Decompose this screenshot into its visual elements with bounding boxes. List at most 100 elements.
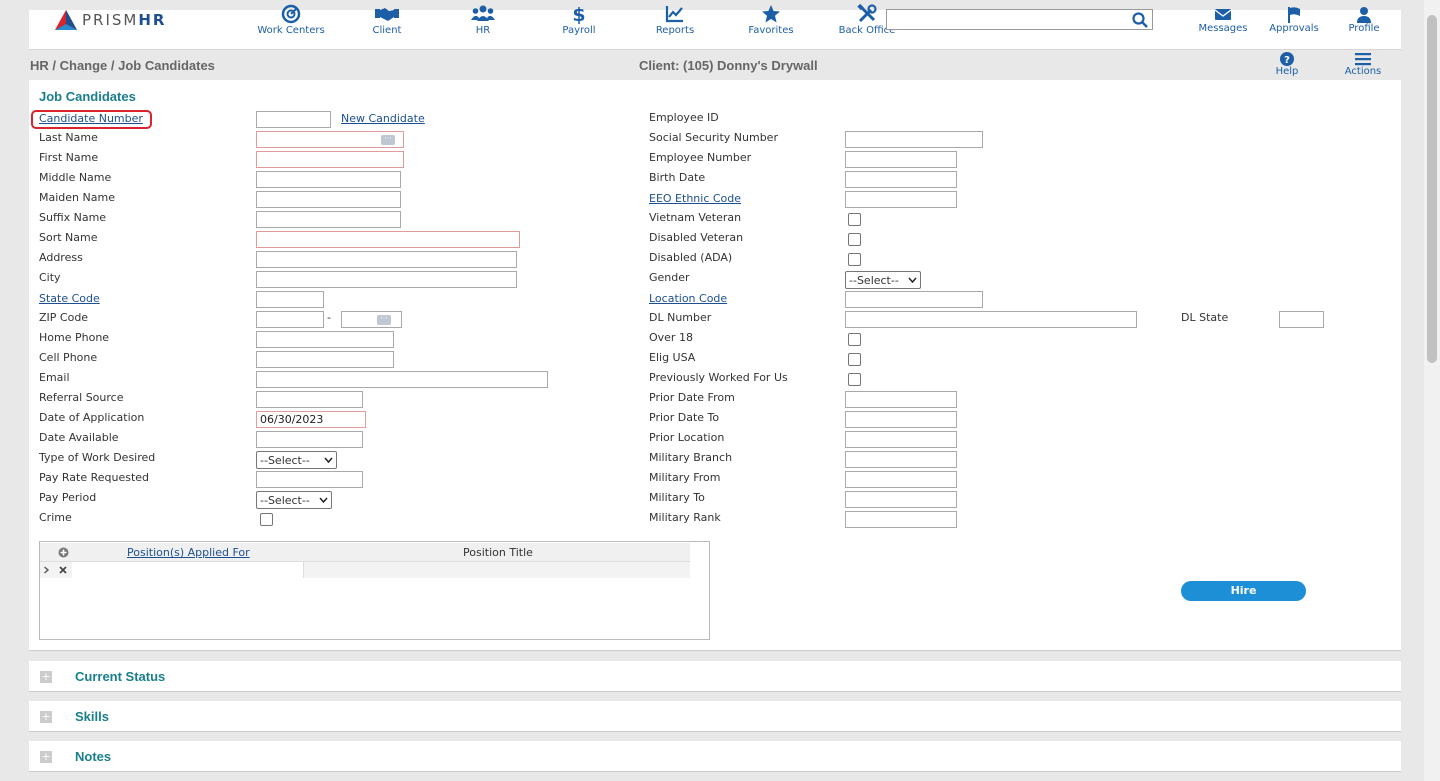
elig-usa-checkbox[interactable] (848, 353, 861, 366)
type-of-work-select[interactable]: --Select-- (256, 451, 337, 469)
middle-name-input[interactable] (256, 171, 401, 188)
first-name-input[interactable] (256, 151, 404, 168)
section-current-status[interactable]: + Current Status (29, 661, 1401, 692)
military-rank-input[interactable] (845, 511, 957, 528)
date-of-application-label: Date of Application (39, 411, 145, 424)
positions-applied-header[interactable]: Position(s) Applied For (127, 546, 250, 559)
breadcrumb: HR / Change / Job Candidates (30, 58, 215, 73)
candidate-number-input[interactable] (256, 111, 331, 128)
referral-source-input[interactable] (256, 391, 363, 408)
expand-icon[interactable]: + (40, 711, 52, 723)
date-of-application-input[interactable]: 06/30/2023 (256, 411, 366, 428)
new-candidate-link[interactable]: New Candidate (341, 112, 425, 125)
ellipsis-icon[interactable]: ··· (377, 315, 391, 325)
employee-id-label: Employee ID (649, 111, 719, 124)
disabled-veteran-checkbox[interactable] (848, 233, 861, 246)
eeo-ethnic-code-input[interactable] (845, 191, 957, 208)
nav-favorites[interactable]: Favorites (723, 2, 819, 36)
expand-icon[interactable]: + (40, 751, 52, 763)
pay-rate-input[interactable] (256, 471, 363, 488)
prior-date-to-label: Prior Date To (649, 411, 720, 424)
prior-location-label: Prior Location (649, 431, 725, 444)
employee-number-input[interactable] (845, 151, 957, 168)
disabled-ada-checkbox[interactable] (848, 253, 861, 266)
section-notes[interactable]: + Notes (29, 741, 1401, 772)
location-code-input[interactable] (845, 291, 983, 308)
previously-worked-label: Previously Worked For Us (649, 371, 788, 384)
eeo-ethnic-code-link[interactable]: EEO Ethnic Code (649, 192, 741, 205)
suffix-name-input[interactable] (256, 211, 401, 228)
select-value: --Select-- (849, 273, 899, 287)
position-title-header: Position Title (463, 546, 533, 559)
prior-location-input[interactable] (845, 431, 957, 448)
ssn-input[interactable] (845, 131, 983, 148)
position-cell-input[interactable] (72, 562, 304, 578)
nav-profile[interactable]: Profile (1334, 4, 1394, 34)
email-input[interactable] (256, 371, 548, 388)
dl-number-label: DL Number (649, 311, 712, 324)
vietnam-veteran-checkbox[interactable] (848, 213, 861, 226)
nav-messages[interactable]: Messages (1193, 4, 1253, 34)
military-from-input[interactable] (845, 471, 957, 488)
sort-name-label: Sort Name (39, 231, 98, 244)
actions-label: Actions (1344, 66, 1382, 77)
sort-name-input[interactable] (256, 231, 520, 248)
dl-state-label: DL State (1181, 311, 1229, 324)
nav-reports[interactable]: Reports (627, 2, 723, 36)
prior-date-to-input[interactable] (845, 411, 957, 428)
dl-state-input[interactable] (1279, 311, 1324, 328)
svg-text:$: $ (572, 4, 585, 24)
zip-extension-input[interactable]: ··· (341, 311, 402, 328)
military-to-label: Military To (649, 491, 705, 504)
question-icon: ? (1280, 52, 1294, 66)
last-name-input[interactable]: ··· (256, 131, 404, 148)
ellipsis-icon[interactable]: ··· (381, 135, 395, 145)
actions-button[interactable]: Actions (1338, 52, 1388, 77)
military-branch-input[interactable] (845, 451, 957, 468)
maiden-name-input[interactable] (256, 191, 401, 208)
prior-date-from-input[interactable] (845, 391, 957, 408)
flag-icon (1288, 7, 1300, 23)
nav-client[interactable]: Client (339, 2, 435, 36)
chevron-right-icon[interactable] (43, 566, 50, 574)
help-button[interactable]: ? Help (1262, 52, 1312, 77)
crime-checkbox[interactable] (260, 513, 273, 526)
hire-button[interactable]: Hire (1181, 581, 1306, 601)
home-phone-input[interactable] (256, 331, 394, 348)
address-input[interactable] (256, 251, 517, 268)
state-code-input[interactable] (256, 291, 324, 308)
global-search-input[interactable] (886, 9, 1153, 30)
scrollbar-thumb[interactable] (1427, 15, 1437, 363)
nav-label: Work Centers (257, 25, 325, 36)
zip-code-input[interactable] (256, 311, 324, 328)
panel-title: Job Candidates (39, 89, 136, 104)
search-icon[interactable] (1132, 12, 1148, 28)
prismhr-logo[interactable]: PRISMHR (55, 8, 166, 32)
nav-approvals[interactable]: Approvals (1264, 4, 1324, 34)
delete-row-icon[interactable] (59, 566, 67, 574)
nav-payroll[interactable]: $ Payroll (531, 2, 627, 36)
section-skills[interactable]: + Skills (29, 701, 1401, 732)
previously-worked-checkbox[interactable] (848, 373, 861, 386)
birth-date-label: Birth Date (649, 171, 706, 184)
location-code-link[interactable]: Location Code (649, 292, 727, 305)
add-row-icon[interactable] (58, 547, 69, 558)
city-input[interactable] (256, 271, 517, 288)
cell-phone-input[interactable] (256, 351, 394, 368)
nav-work-centers[interactable]: Work Centers (243, 2, 339, 36)
birth-date-input[interactable] (845, 171, 957, 188)
client-name: Client: (105) Donny's Drywall (639, 58, 818, 73)
gender-select[interactable]: --Select-- (845, 271, 921, 289)
vietnam-veteran-label: Vietnam Veteran (649, 211, 742, 224)
date-available-input[interactable] (256, 431, 363, 448)
dl-number-input[interactable] (845, 311, 1137, 328)
over-18-checkbox[interactable] (848, 333, 861, 346)
military-to-input[interactable] (845, 491, 957, 508)
state-code-link[interactable]: State Code (39, 292, 100, 305)
nav-hr[interactable]: HR (435, 2, 531, 36)
candidate-number-highlight (31, 110, 152, 129)
military-from-label: Military From (649, 471, 721, 484)
chevron-down-icon (908, 277, 917, 283)
pay-period-select[interactable]: --Select-- (256, 491, 332, 509)
expand-icon[interactable]: + (40, 671, 52, 683)
